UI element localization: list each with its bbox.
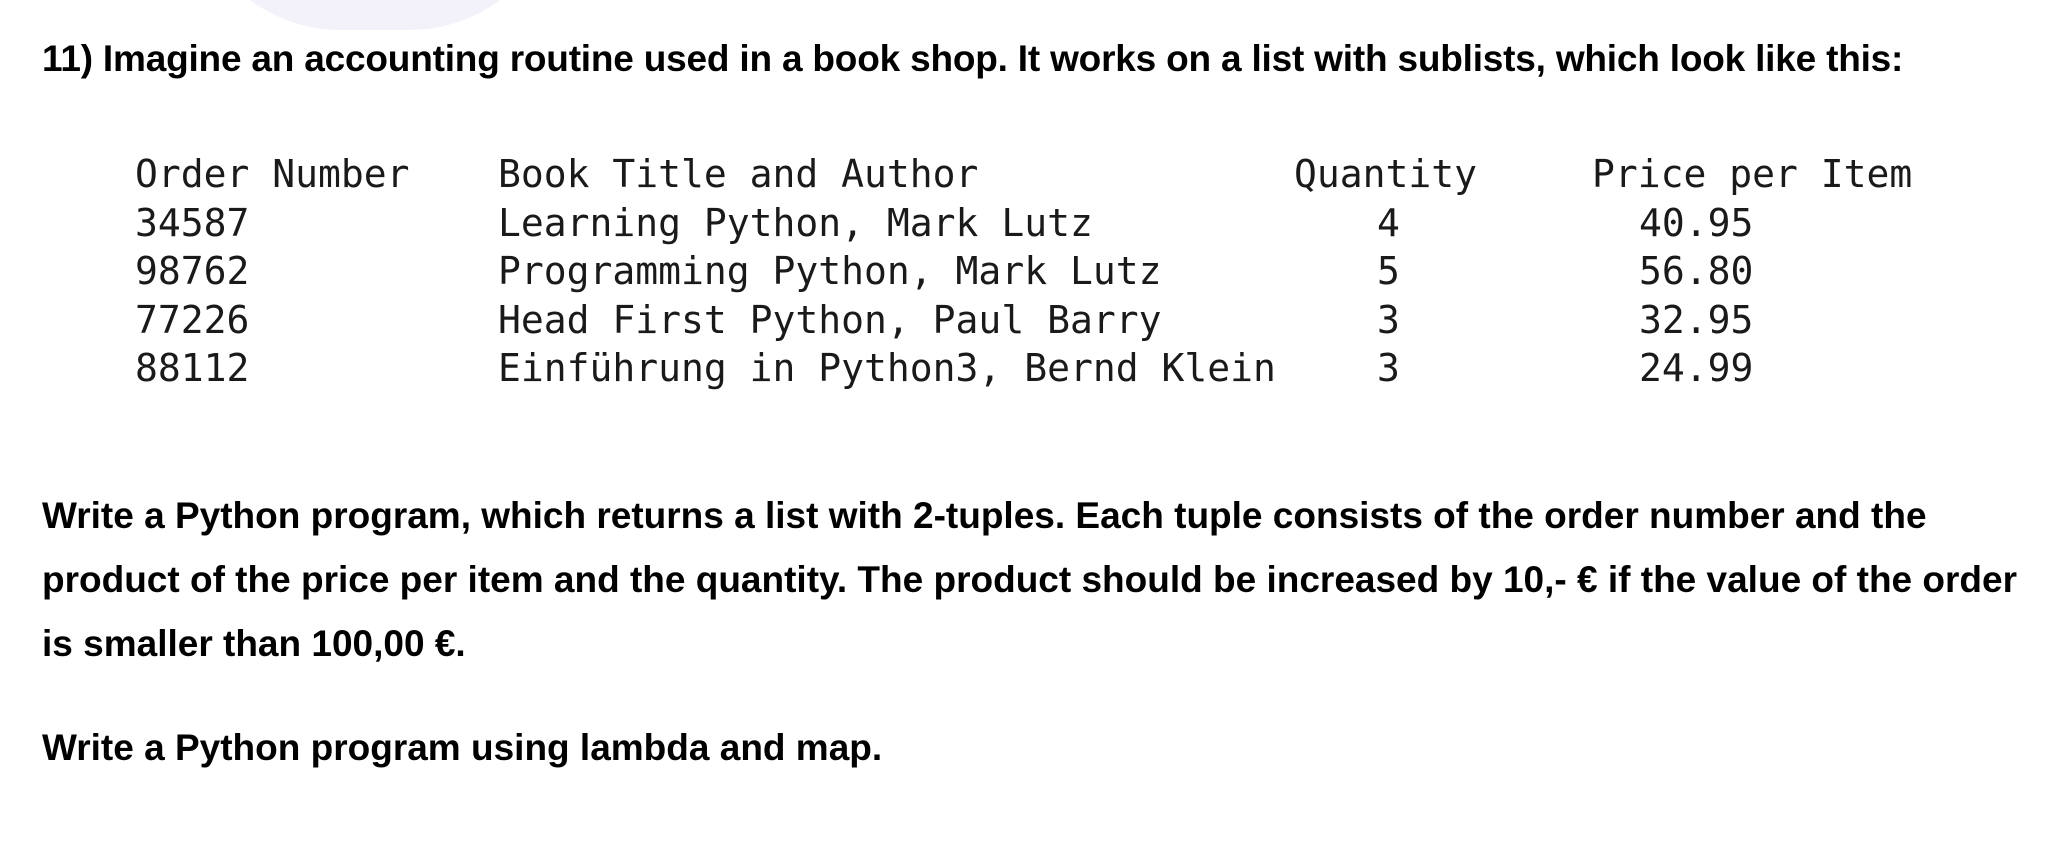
- header-price: Price per Item: [1592, 152, 1913, 196]
- cell-book-title: Head First Python, Paul Barry: [498, 297, 1162, 342]
- question-heading: 11) Imagine an accounting routine used i…: [42, 38, 1904, 79]
- header-book-title: Book Title and Author: [498, 152, 979, 196]
- cell-order-number: 88112: [135, 346, 250, 390]
- header-quantity: Quantity: [1294, 152, 1478, 196]
- cell-price: 56.80: [1639, 249, 1754, 293]
- cell-quantity: 5: [1377, 249, 1400, 293]
- cell-price: 40.95: [1639, 200, 1754, 245]
- cell-order-number: 34587: [135, 200, 250, 245]
- cell-book-title: Learning Python, Mark Lutz: [498, 200, 1093, 245]
- cell-book-title: Programming Python, Mark Lutz: [498, 249, 1162, 293]
- header-order-number: Order Number: [135, 152, 410, 196]
- cell-price: 24.99: [1639, 346, 1754, 390]
- cell-quantity: 4: [1377, 200, 1400, 245]
- cell-order-number: 77226: [135, 297, 250, 342]
- task-instruction: Write a Python program using lambda and …: [42, 727, 883, 768]
- cell-book-title: Einführung in Python3, Bernd Klein: [498, 346, 1276, 390]
- cell-quantity: 3: [1377, 346, 1400, 390]
- cell-order-number: 98762: [135, 249, 250, 293]
- cell-price: 32.95: [1639, 297, 1754, 342]
- watermark-logo: [190, 0, 560, 30]
- task-description: Write a Python program, which returns a …: [42, 495, 2017, 664]
- cell-quantity: 3: [1377, 297, 1400, 342]
